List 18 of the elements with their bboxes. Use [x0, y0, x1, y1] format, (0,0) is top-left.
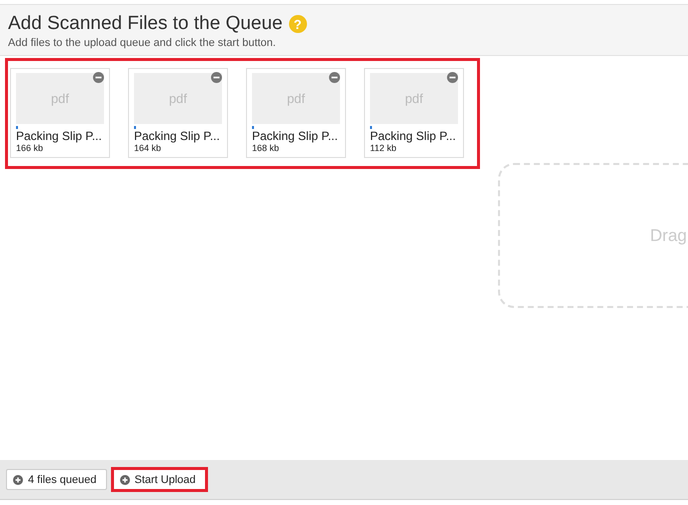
plus-icon — [13, 474, 23, 484]
file-name: Packing Slip P... — [16, 129, 103, 143]
plus-icon — [120, 474, 130, 484]
file-name: Packing Slip P... — [134, 129, 221, 143]
remove-icon[interactable] — [93, 72, 104, 83]
footer-button[interactable]: 4 files queued — [6, 469, 106, 490]
file-size: 112 kb — [370, 143, 398, 153]
page-title: Add Scanned Files to the Queue — [8, 13, 283, 35]
footer-button[interactable]: Start Upload — [112, 469, 206, 490]
file-size: 164 kb — [134, 143, 162, 153]
remove-icon[interactable] — [211, 72, 222, 83]
page-subtitle: Add files to the upload queue and click the start button. — [8, 37, 277, 49]
file-size: 168 kb — [252, 143, 280, 153]
remove-icon[interactable] — [329, 72, 340, 83]
file-name: Packing Slip P... — [370, 129, 457, 143]
file-size: 166 kb — [16, 143, 44, 153]
remove-icon[interactable] — [447, 72, 458, 83]
file-name: Packing Slip P... — [252, 129, 339, 143]
